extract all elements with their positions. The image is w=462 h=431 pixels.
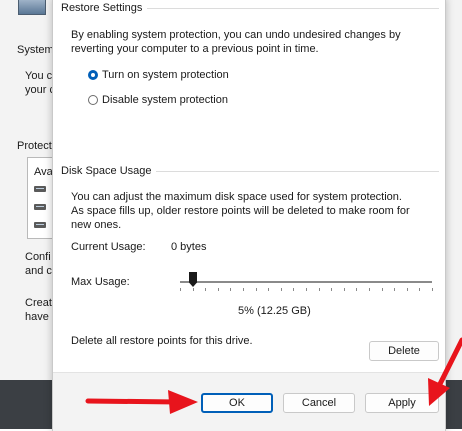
desktop-background: [444, 380, 462, 429]
slider-tick: [306, 288, 307, 291]
radio-turn-on-protection[interactable]: Turn on system protection: [88, 69, 229, 81]
drive-icon: [34, 204, 46, 210]
slider-tick: [268, 288, 269, 291]
slider-tick: [281, 288, 282, 291]
radio-button[interactable]: [88, 95, 98, 105]
divider: [153, 171, 439, 172]
max-usage-label: Max Usage:: [71, 276, 130, 288]
slider-tick: [394, 288, 395, 291]
parent-text-4: and c: [25, 265, 52, 277]
max-usage-slider-track[interactable]: [180, 281, 432, 283]
slider-tick: [369, 288, 370, 291]
parent-protection-label: Protecti: [17, 140, 55, 152]
delete-button[interactable]: Delete: [369, 341, 439, 361]
monitor-icon: [18, 0, 46, 15]
ok-button[interactable]: OK: [201, 393, 273, 413]
drive-icon: [34, 222, 46, 228]
parent-list-header: Ava: [34, 166, 53, 178]
slider-tick: [432, 288, 433, 291]
slider-tick: [293, 288, 294, 291]
parent-text-3: Confi: [25, 251, 51, 263]
slider-tick: [193, 288, 194, 291]
slider-tick: [205, 288, 206, 291]
disk-space-description: You can adjust the maximum disk space us…: [71, 191, 410, 231]
delete-description: Delete all restore points for this drive…: [71, 335, 253, 347]
divider: [147, 8, 439, 9]
parent-drive-list[interactable]: Ava: [27, 157, 54, 239]
apply-button[interactable]: Apply: [365, 393, 439, 413]
slider-tick: [230, 288, 231, 291]
slider-tick: [243, 288, 244, 291]
radio-label: Disable system protection: [102, 94, 228, 106]
current-usage-label: Current Usage:: [71, 241, 146, 253]
parent-text-5: Creat: [25, 297, 52, 309]
slider-tick: [344, 288, 345, 291]
drive-icon: [34, 186, 46, 192]
radio-label: Turn on system protection: [102, 69, 229, 81]
slider-tick: [382, 288, 383, 291]
desktop-background: [0, 380, 60, 429]
slider-tick: [319, 288, 320, 291]
restore-settings-description: By enabling system protection, you can u…: [71, 29, 401, 55]
slider-tick: [407, 288, 408, 291]
parent-text-6: have: [25, 311, 49, 323]
disk-space-title: Disk Space Usage: [61, 165, 156, 177]
slider-tick: [180, 288, 181, 291]
max-usage-value: 5% (12.25 GB): [238, 305, 311, 317]
slider-tick: [356, 288, 357, 291]
window-edge: [444, 0, 462, 429]
system-protection-dialog: Restore Settings By enabling system prot…: [52, 0, 446, 431]
slider-tick: [256, 288, 257, 291]
current-usage-value: 0 bytes: [171, 241, 207, 253]
max-usage-slider-thumb[interactable]: [189, 272, 197, 287]
cancel-button[interactable]: Cancel: [283, 393, 355, 413]
slider-tick: [218, 288, 219, 291]
radio-disable-protection[interactable]: Disable system protection: [88, 94, 228, 106]
slider-tick: [419, 288, 420, 291]
restore-settings-title: Restore Settings: [61, 2, 147, 14]
parent-system-label: System: [17, 44, 54, 56]
radio-button-selected[interactable]: [88, 70, 98, 80]
slider-tick: [331, 288, 332, 291]
